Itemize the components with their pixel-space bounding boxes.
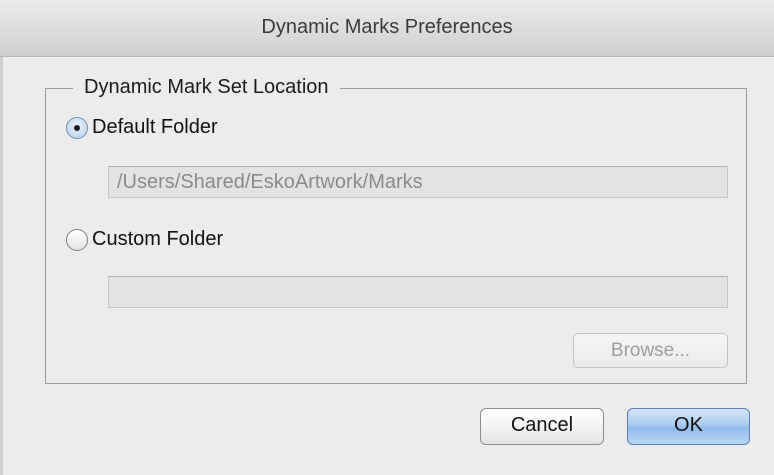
default-folder-radio[interactable] [66, 116, 88, 139]
default-folder-radio-option[interactable]: Default Folder [66, 116, 218, 139]
title-bar[interactable]: Dynamic Marks Preferences [0, 0, 774, 57]
radio-selected-dot [74, 124, 80, 131]
group-title: Dynamic Mark Set Location [73, 73, 340, 101]
preferences-dialog: Dynamic Marks Preferences Dynamic Mark S… [0, 0, 774, 475]
custom-folder-radio-option[interactable]: Custom Folder [66, 228, 223, 251]
custom-folder-path-field [108, 276, 728, 308]
custom-folder-label: Custom Folder [92, 228, 224, 250]
window-title: Dynamic Marks Preferences [261, 16, 513, 38]
window-edge [0, 57, 3, 475]
browse-button: Browse... [573, 333, 728, 368]
cancel-button[interactable]: Cancel [480, 408, 604, 445]
custom-folder-radio[interactable] [66, 228, 88, 251]
default-folder-label: Default Folder [92, 116, 218, 138]
default-folder-path-field: /Users/Shared/EskoArtwork/Marks [108, 166, 728, 198]
ok-button[interactable]: OK [627, 408, 750, 445]
